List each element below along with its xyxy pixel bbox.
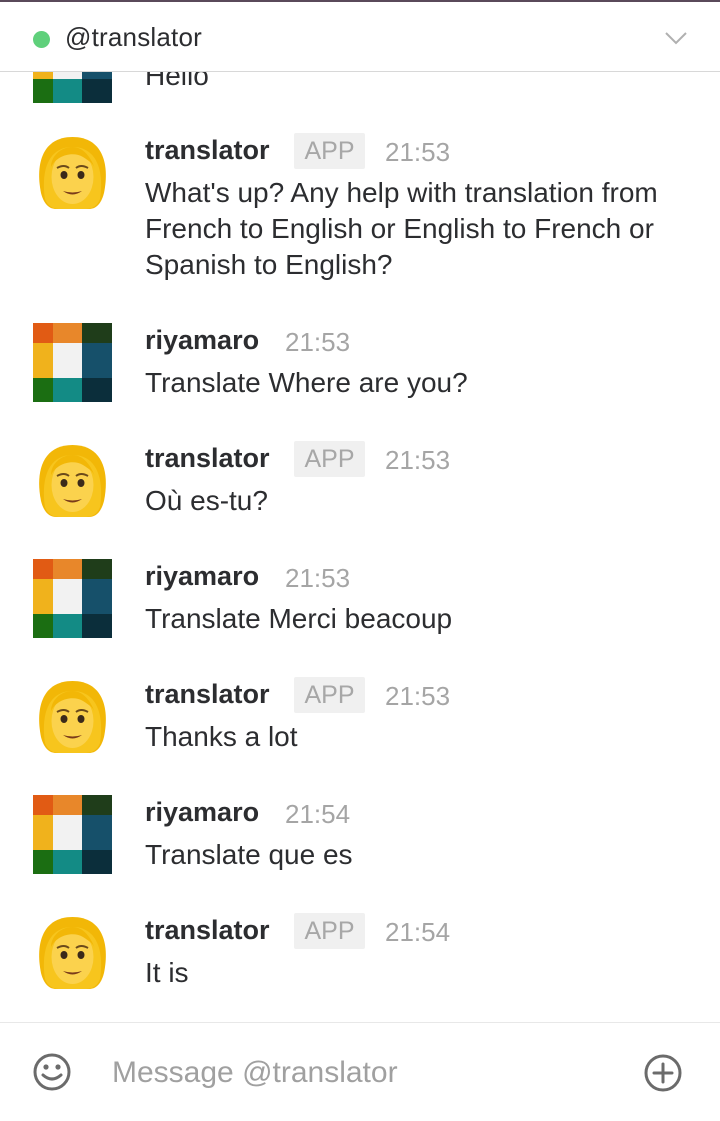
message-text: Translate Where are you? [145,367,468,398]
message-timestamp[interactable]: 21:54 [285,799,350,830]
message-author[interactable]: translator [145,135,270,166]
message-text: Hello [145,72,209,91]
translator-avatar[interactable] [33,133,112,212]
chevron-down-icon[interactable] [664,30,688,51]
message-input[interactable] [112,1053,612,1093]
message-author[interactable]: translator [145,915,270,946]
message-text: It is [145,957,189,988]
conversation-header: @translator [0,0,720,72]
online-status-dot [33,31,50,48]
message-author[interactable]: translator [145,443,270,474]
message-timestamp[interactable]: 21:53 [285,563,350,594]
emoji-icon[interactable] [32,1052,72,1092]
message-list[interactable]: Hello translator APP 21:53 What's up? An… [0,72,720,1022]
message-text: Thanks a lot [145,721,298,752]
message-timestamp[interactable]: 21:53 [385,681,450,712]
app-badge: APP [294,913,365,949]
message-timestamp[interactable]: 21:53 [385,445,450,476]
app-badge: APP [294,677,365,713]
translator-avatar[interactable] [33,441,112,520]
message-text: What's up? Any help with translation fro… [145,177,658,280]
message-text: Translate que es [145,839,353,870]
riyamaro-avatar[interactable] [33,323,112,402]
message-composer [0,1022,720,1121]
riyamaro-avatar[interactable] [33,795,112,874]
message-text: Où es-tu? [145,485,268,516]
app-badge: APP [294,133,365,169]
message-timestamp[interactable]: 21:53 [385,137,450,168]
riyamaro-avatar[interactable] [33,559,112,638]
translator-avatar[interactable] [33,913,112,992]
message-text: Translate Merci beacoup [145,603,453,634]
plus-circle-icon[interactable] [643,1053,683,1093]
app-badge: APP [294,441,365,477]
message-timestamp[interactable]: 21:53 [285,327,350,358]
message-author[interactable]: riyamaro [145,325,259,356]
riyamaro-avatar[interactable] [33,72,112,103]
message-author[interactable]: riyamaro [145,561,259,592]
translator-avatar[interactable] [33,677,112,756]
conversation-title[interactable]: @translator [65,22,202,53]
message-timestamp[interactable]: 21:54 [385,917,450,948]
message-author[interactable]: translator [145,679,270,710]
message-author[interactable]: riyamaro [145,797,259,828]
